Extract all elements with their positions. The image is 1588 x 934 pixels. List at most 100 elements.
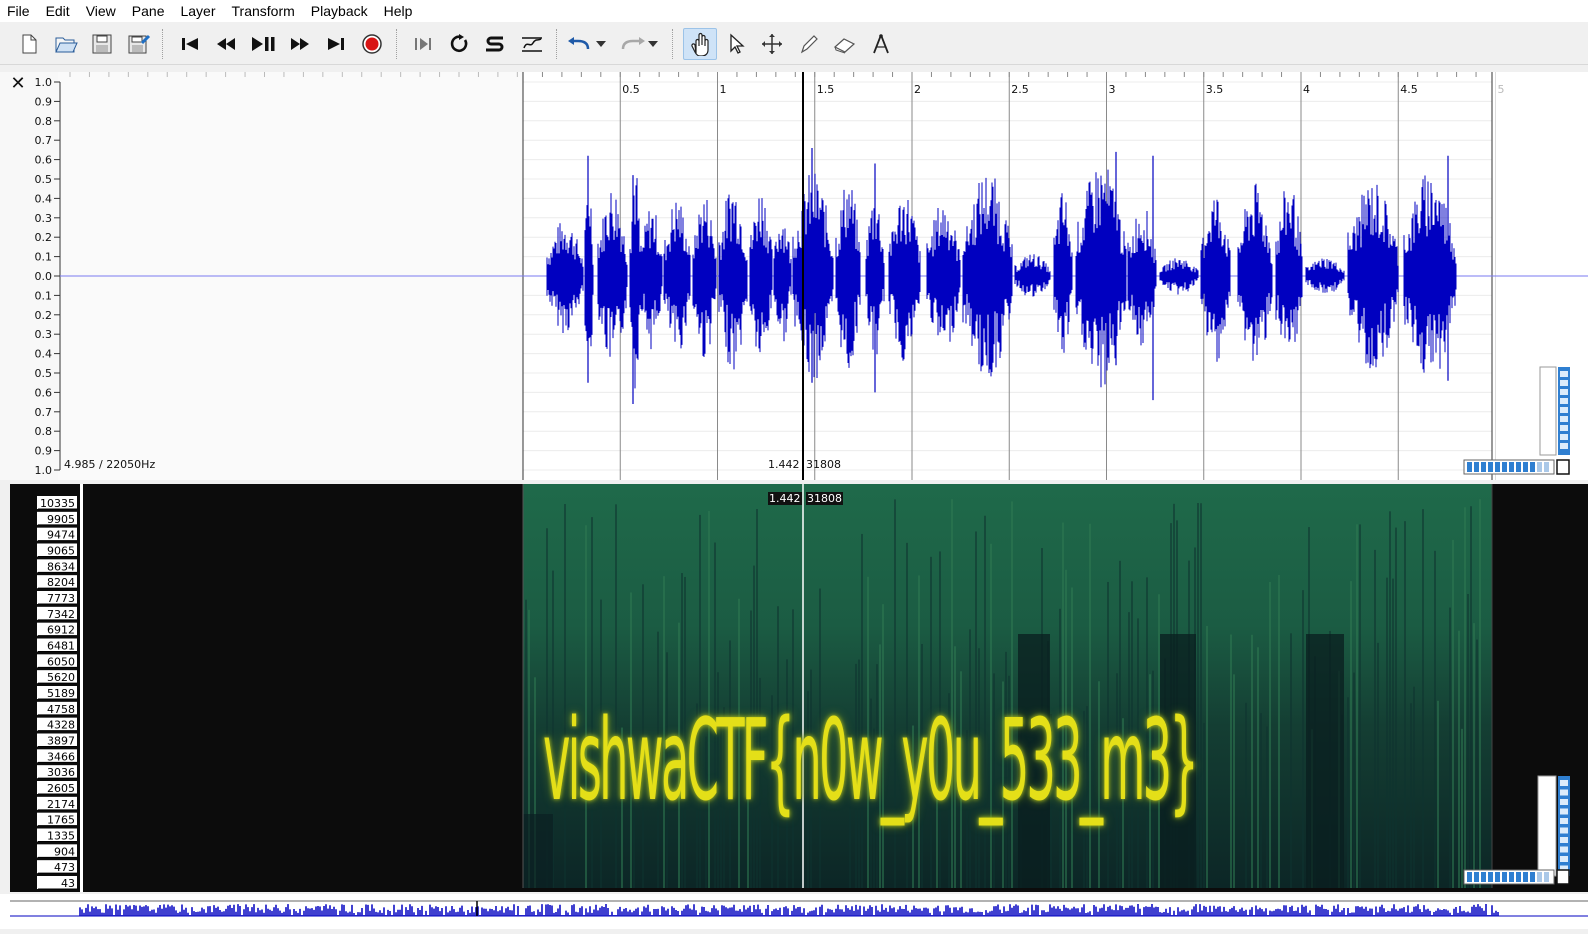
zoom-notch [1560,389,1568,395]
redo-icon[interactable] [617,29,647,59]
spectrogram-streak [1458,630,1460,888]
zoom-notch [1560,371,1568,377]
spectrogram-streak [1479,499,1481,888]
zoom-notch [1523,872,1528,882]
time-tick-label: 2.5 [1011,83,1029,96]
zoom-notch [1560,780,1568,786]
new-file-icon[interactable] [14,29,44,59]
spectrogram-streak [1473,623,1475,888]
frequency-label: 9905 [47,513,75,526]
fast-forward-icon[interactable] [285,29,315,59]
spectrogram-view[interactable]: 10335 9905 9474 9065 8634 8204 7773 7342 6912 648… [0,484,1588,892]
open-file-icon[interactable] [51,29,81,59]
spectrogram-streak [1392,578,1394,888]
select-icon[interactable] [721,29,751,59]
menu-file[interactable]: File [0,0,39,22]
menu-transform[interactable]: Transform [225,0,304,22]
zoom-notch [1467,872,1472,882]
waveform-pane[interactable]: ✕ 1.0 0.9 0.8 0.7 0.6 0.5 0.4 0.3 0.2 0.1 0.0 0.1 0.… [0,72,1588,480]
zoom-notch [1560,407,1568,413]
overview-strip[interactable] [0,894,1588,929]
navigate-icon[interactable] [683,28,717,60]
save-as-icon[interactable] [124,29,154,59]
zoom-notch [1467,462,1472,472]
toolbar-separator [162,29,164,59]
y-tick-label: 0.8 [35,115,53,128]
y-tick-label: 0.0 [35,270,53,283]
spec-playhead-frame-label: 31808 [806,492,843,505]
spectrogram-streak [1203,722,1205,888]
zoom-notch [1481,462,1486,472]
y-tick-label: 0.4 [35,348,53,361]
menu-edit[interactable]: Edit [39,0,79,22]
playhead-time-label: 1.442 [768,458,800,471]
zoom-notch [1560,416,1568,422]
redo-dropdown-icon[interactable] [644,29,662,59]
menu-view[interactable]: View [79,0,125,22]
play-pause-icon[interactable] [248,29,278,59]
y-tick-label: 1.0 [35,76,53,89]
waveform-view[interactable]: 1.0 0.9 0.8 0.7 0.6 0.5 0.4 0.3 0.2 0.1 0.0 0.1 0.2 0… [0,72,1588,480]
frequency-label: 3466 [47,750,75,763]
playhead-frame-label: 31808 [806,458,841,471]
frequency-label: 9474 [47,529,75,542]
frequency-label: 5189 [47,687,75,700]
toolbar [0,23,1588,65]
zoom-notch [1560,818,1568,824]
time-tick-label: 3.5 [1206,83,1224,96]
zoom-notch [1474,872,1479,882]
zoom-notch [1560,434,1568,440]
play-selection-icon[interactable] [408,29,438,59]
time-tick-label: 4 [1303,83,1310,96]
time-tick-label: 1.5 [817,83,835,96]
erase-icon[interactable] [830,29,860,59]
solo-icon[interactable] [480,29,510,59]
y-tick-label: 0.2 [35,309,53,322]
record-icon[interactable] [357,29,387,59]
frequency-label: 43 [61,877,75,890]
time-tick-label: 0.5 [622,83,640,96]
spectrogram-streak [1230,634,1232,888]
zoom-notch [1560,799,1568,805]
spectrogram-streak [1245,702,1247,888]
zoom-notch [1488,872,1493,882]
frequency-label: 8204 [47,576,75,589]
spectrogram-streak [1395,527,1397,888]
rewind-start-icon[interactable] [175,29,205,59]
spectrogram-streak [1461,728,1463,888]
spectrogram-image [523,484,1492,888]
spectrogram-streak [1386,577,1388,888]
spectrogram-streak [1470,506,1472,888]
move-icon[interactable] [757,29,787,59]
rewind-icon[interactable] [211,29,241,59]
y-tick-label: 0.6 [35,154,53,167]
draw-icon[interactable] [793,29,823,59]
save-icon[interactable] [87,29,117,59]
zoom-reset-button [1556,869,1570,885]
menu-layer[interactable]: Layer [173,0,224,22]
spectrogram-streak [1206,625,1208,888]
zoom-notch [1516,872,1521,882]
menu-help[interactable]: Help [377,0,422,22]
frequency-axis-edge [80,484,83,892]
y-tick-label: 0.8 [35,425,53,438]
zoom-notch [1560,808,1568,815]
ffwd-end-icon[interactable] [321,29,351,59]
y-tick-label: 0.7 [35,406,53,419]
playback-speed-icon[interactable] [517,29,547,59]
left-strip [10,504,28,892]
undo-dropdown-icon[interactable] [592,29,610,59]
measure-icon[interactable] [866,29,896,59]
frequency-label: 6912 [47,624,75,637]
spectrogram-pane[interactable]: ✕ 10335990594749065863482047773734269126… [0,484,1588,892]
frequency-label: 5620 [47,671,75,684]
frequency-label: 2174 [47,798,75,811]
spectrogram-streak [1011,501,1013,888]
menu-pane[interactable]: Pane [125,0,174,22]
loop-icon[interactable] [444,29,474,59]
time-tick-label: 2 [914,83,921,96]
zoom-notch [1560,846,1568,853]
frequency-label: 4328 [47,719,75,732]
spectrogram-streak [1266,726,1268,888]
menu-playback[interactable]: Playback [304,0,377,22]
